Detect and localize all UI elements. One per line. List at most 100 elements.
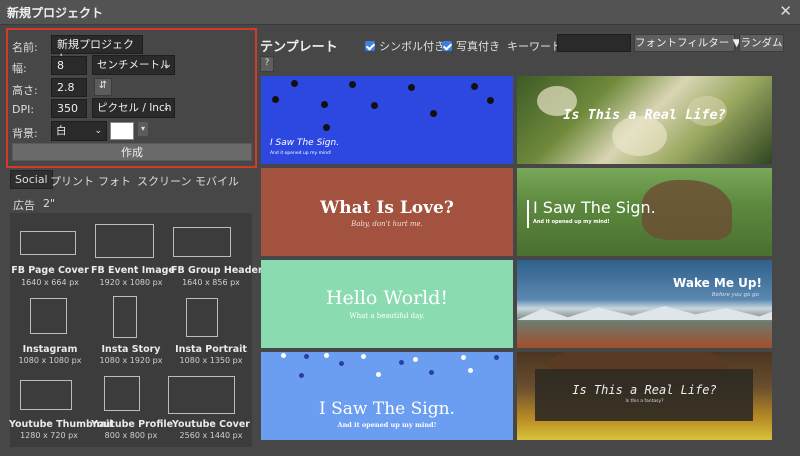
- preset-dims: 1080 x 1350 px: [179, 356, 243, 365]
- template-title: What Is Love?: [320, 198, 454, 218]
- template-card[interactable]: I Saw The Sign. And it opened up my mind…: [261, 352, 513, 440]
- keyword-input[interactable]: [557, 34, 631, 52]
- preset-shape: [20, 231, 76, 255]
- preset-shape: [20, 380, 72, 410]
- template-gallery: I Saw The Sign. And it opened up my mind…: [261, 76, 772, 446]
- template-title: I Saw The Sign.: [533, 198, 656, 217]
- dot-decoration: [494, 355, 499, 360]
- template-title: Is This a Real Life?: [563, 107, 726, 123]
- random-button[interactable]: ランダム: [739, 34, 784, 52]
- tab-ads[interactable]: 広告: [13, 197, 35, 213]
- help-button[interactable]: ?: [260, 56, 274, 72]
- preset-dims: 1640 x 664 px: [21, 278, 79, 287]
- window-title: 新規プロジェクト: [7, 6, 104, 20]
- preset-shape: [104, 376, 140, 411]
- dot-decoration: [323, 124, 330, 131]
- name-input[interactable]: 新規プロジェクト: [51, 35, 143, 65]
- template-subtitle: Before you go go: [711, 292, 759, 298]
- preset-name: Youtube Thumbnail: [9, 419, 113, 430]
- preset-name: Youtube Profile: [91, 419, 174, 430]
- dot-decoration: [461, 355, 466, 360]
- height-label: 高さ:: [12, 84, 38, 97]
- width-input[interactable]: 8: [51, 56, 87, 75]
- tab-photo[interactable]: フォト: [98, 173, 131, 189]
- dot-decoration: [430, 110, 437, 117]
- preset-shape: [173, 227, 231, 257]
- template-card[interactable]: Wake Me Up! Before you go go: [517, 260, 772, 348]
- preset-name: Insta Portrait: [175, 344, 247, 355]
- template-card[interactable]: Is This a Real Life?: [517, 76, 772, 164]
- preset-dims: 1080 x 1920 px: [99, 356, 163, 365]
- templates-heading: テンプレート: [260, 40, 338, 55]
- background-select[interactable]: 白 ⌄: [51, 121, 107, 141]
- width-unit-select[interactable]: センチメートル ⌄: [92, 55, 175, 75]
- template-subtitle: What a beautiful day.: [349, 312, 425, 320]
- tab-screen[interactable]: スクリーン: [137, 173, 191, 189]
- template-card[interactable]: I Saw The Sign. And it opened up my mind…: [517, 168, 772, 256]
- dot-decoration: [324, 353, 329, 358]
- photo-checkbox[interactable]: 写真付き: [442, 38, 500, 54]
- tab-print[interactable]: プリント: [50, 173, 94, 189]
- document-settings-panel: 名前: 新規プロジェクト 幅: 8 センチメートル ⌄ 高さ: 2.8 ⇵ DP…: [6, 28, 257, 168]
- dot-decoration: [468, 368, 473, 373]
- template-card[interactable]: Is This a Real Life? Is this a fantasy?: [517, 352, 772, 440]
- preset-name: FB Event Image: [91, 265, 175, 276]
- dpi-input[interactable]: 350: [51, 99, 87, 118]
- height-input[interactable]: 2.8: [51, 78, 87, 97]
- dpi-label: DPI:: [12, 103, 35, 116]
- symbol-checkbox-label: シンボル付き: [379, 40, 445, 53]
- preset-name: FB Group Header: [171, 265, 263, 276]
- dot-decoration: [272, 96, 279, 103]
- swap-dimensions-icon[interactable]: ⇵: [94, 78, 112, 96]
- template-subtitle: Is this a fantasy?: [625, 399, 664, 404]
- template-card[interactable]: I Saw The Sign. And it opened up my mind…: [261, 76, 513, 164]
- template-title: I Saw The Sign.: [319, 399, 455, 419]
- tab-social[interactable]: Social: [10, 170, 53, 189]
- preset-grid: FB Page Cover 1640 x 664 px FB Event Ima…: [9, 213, 263, 447]
- chevron-down-icon: ⌄: [94, 126, 102, 136]
- template-subtitle: And it opened up my mind!: [270, 151, 332, 156]
- preset-dims: 1280 x 720 px: [20, 431, 78, 440]
- dot-decoration: [361, 354, 366, 359]
- tab-mobile[interactable]: モバイル: [195, 173, 239, 189]
- background-value: 白: [56, 125, 67, 137]
- tab-2inch[interactable]: 2": [43, 197, 55, 210]
- template-subtitle: And it opened up my mind!: [533, 219, 610, 225]
- preset-shape: [168, 376, 235, 414]
- title-bar: 新規プロジェクト ✕: [0, 0, 800, 25]
- checkbox-checked-icon: [365, 41, 375, 51]
- preset-dims: 1080 x 1080 px: [18, 356, 82, 365]
- template-card[interactable]: Hello World! What a beautiful day.: [261, 260, 513, 348]
- chevron-down-icon: ⌄: [162, 60, 170, 70]
- preset-shape: [113, 296, 137, 338]
- template-title: Wake Me Up!: [673, 276, 762, 290]
- color-picker-caret-icon[interactable]: ▾: [138, 122, 148, 136]
- dot-decoration: [299, 373, 304, 378]
- font-filter-label: フォントフィルター: [635, 37, 730, 49]
- dot-decoration: [304, 354, 309, 359]
- preset-name: FB Page Cover: [11, 265, 89, 276]
- accent-line: [527, 200, 529, 228]
- dpi-unit-select[interactable]: ピクセル / Inch ⌄: [92, 98, 175, 118]
- name-label: 名前:: [12, 41, 38, 54]
- dot-decoration: [487, 97, 494, 104]
- dot-decoration: [413, 357, 418, 362]
- preset-name: Instagram: [22, 344, 78, 355]
- create-button[interactable]: 作成: [12, 143, 252, 161]
- dot-decoration: [349, 81, 356, 88]
- preset-dims: 2560 x 1440 px: [179, 431, 243, 440]
- dpi-unit-value: ピクセル / Inch: [97, 102, 172, 114]
- preset-shape: [95, 224, 154, 258]
- preset-dims: 800 x 800 px: [104, 431, 158, 440]
- symbol-checkbox[interactable]: シンボル付き: [365, 38, 445, 54]
- dot-decoration: [399, 360, 404, 365]
- font-filter-button[interactable]: フォントフィルター ▼: [634, 34, 741, 52]
- close-icon[interactable]: ✕: [779, 2, 792, 20]
- background-label: 背景:: [12, 127, 38, 140]
- dot-decoration: [339, 361, 344, 366]
- background-color-swatch[interactable]: [110, 122, 134, 140]
- template-title: I Saw The Sign.: [270, 138, 340, 148]
- dot-decoration: [376, 372, 381, 377]
- dot-decoration: [371, 102, 378, 109]
- template-card[interactable]: What Is Love? Baby, don't hurt me.: [261, 168, 513, 256]
